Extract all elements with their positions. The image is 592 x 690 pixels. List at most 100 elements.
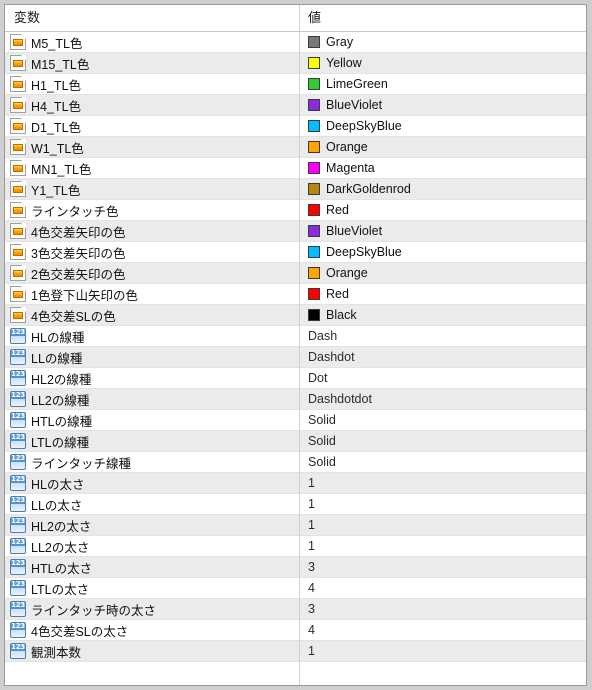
value-cell[interactable]: Solid (300, 410, 586, 430)
variable-cell[interactable]: 123 ラインタッチ時の太さ (5, 599, 299, 619)
variable-cell[interactable]: H4_TL色 (5, 95, 299, 115)
table-row[interactable]: 123 LLの太さ 1 (5, 494, 586, 515)
column-header-variable[interactable]: 変数 (14, 5, 40, 31)
value-cell[interactable]: Solid (300, 452, 586, 472)
variable-cell[interactable]: 2色交差矢印の色 (5, 263, 299, 283)
value-cell[interactable]: 4 (300, 578, 586, 598)
color-swatch[interactable] (308, 78, 320, 90)
variable-cell[interactable]: 3色交差矢印の色 (5, 242, 299, 262)
color-swatch[interactable] (308, 288, 320, 300)
variable-cell[interactable]: 123 LL2の太さ (5, 536, 299, 556)
table-row[interactable]: Y1_TL色 DarkGoldenrod (5, 179, 586, 200)
value-cell[interactable]: 3 (300, 557, 586, 577)
value-cell[interactable]: 1 (300, 473, 586, 493)
variable-cell[interactable]: 4色交差矢印の色 (5, 221, 299, 241)
table-row[interactable]: MN1_TL色 Magenta (5, 158, 586, 179)
variable-cell[interactable]: 123 LL2の線種 (5, 389, 299, 409)
value-cell[interactable]: Yellow (300, 53, 586, 73)
table-row[interactable]: 123 LTLの線種 Solid (5, 431, 586, 452)
variable-cell[interactable]: Y1_TL色 (5, 179, 299, 199)
column-divider[interactable] (299, 5, 300, 685)
color-swatch[interactable] (308, 246, 320, 258)
color-swatch[interactable] (308, 36, 320, 48)
table-row[interactable]: M5_TL色 Gray (5, 32, 586, 53)
table-row[interactable]: 123 HL2の線種 Dot (5, 368, 586, 389)
value-cell[interactable]: Dashdotdot (300, 389, 586, 409)
value-cell[interactable]: 1 (300, 641, 586, 661)
value-cell[interactable]: BlueViolet (300, 95, 586, 115)
value-cell[interactable]: DarkGoldenrod (300, 179, 586, 199)
variable-cell[interactable]: 123 LLの線種 (5, 347, 299, 367)
variable-cell[interactable]: 123 HTLの線種 (5, 410, 299, 430)
value-cell[interactable]: 3 (300, 599, 586, 619)
variable-cell[interactable]: 123 HLの太さ (5, 473, 299, 493)
table-row[interactable]: 123 HL2の太さ 1 (5, 515, 586, 536)
table-row[interactable]: 123 ラインタッチ線種 Solid (5, 452, 586, 473)
variable-cell[interactable]: 1色登下山矢印の色 (5, 284, 299, 304)
table-row[interactable]: D1_TL色 DeepSkyBlue (5, 116, 586, 137)
color-swatch[interactable] (308, 162, 320, 174)
value-cell[interactable]: Red (300, 200, 586, 220)
table-row[interactable]: 1色登下山矢印の色 Red (5, 284, 586, 305)
variable-cell[interactable]: 123 HL2の太さ (5, 515, 299, 535)
table-row[interactable]: M15_TL色 Yellow (5, 53, 586, 74)
variable-cell[interactable]: MN1_TL色 (5, 158, 299, 178)
value-cell[interactable]: LimeGreen (300, 74, 586, 94)
value-cell[interactable]: Dashdot (300, 347, 586, 367)
color-swatch[interactable] (308, 183, 320, 195)
value-cell[interactable]: Dot (300, 368, 586, 388)
variable-cell[interactable]: 123 LLの太さ (5, 494, 299, 514)
value-cell[interactable]: 1 (300, 515, 586, 535)
table-row[interactable]: 123 LLの線種 Dashdot (5, 347, 586, 368)
variable-cell[interactable]: M15_TL色 (5, 53, 299, 73)
color-swatch[interactable] (308, 225, 320, 237)
table-row[interactable]: 123 LL2の線種 Dashdotdot (5, 389, 586, 410)
variable-cell[interactable]: 123 HTLの太さ (5, 557, 299, 577)
color-swatch[interactable] (308, 120, 320, 132)
value-cell[interactable]: Dash (300, 326, 586, 346)
variable-cell[interactable]: D1_TL色 (5, 116, 299, 136)
value-cell[interactable]: Red (300, 284, 586, 304)
value-cell[interactable]: Solid (300, 431, 586, 451)
value-cell[interactable]: 1 (300, 536, 586, 556)
column-header-value[interactable]: 値 (308, 5, 321, 31)
table-row[interactable]: 3色交差矢印の色 DeepSkyBlue (5, 242, 586, 263)
value-cell[interactable]: DeepSkyBlue (300, 242, 586, 262)
table-row[interactable]: 123 HLの太さ 1 (5, 473, 586, 494)
table-row[interactable]: 123 HTLの線種 Solid (5, 410, 586, 431)
value-cell[interactable]: BlueViolet (300, 221, 586, 241)
variable-cell[interactable]: 123 HL2の線種 (5, 368, 299, 388)
table-row[interactable]: 123 観測本数 1 (5, 641, 586, 662)
color-swatch[interactable] (308, 204, 320, 216)
table-row[interactable]: 4色交差矢印の色 BlueViolet (5, 221, 586, 242)
table-row[interactable]: ラインタッチ色 Red (5, 200, 586, 221)
value-cell[interactable]: DeepSkyBlue (300, 116, 586, 136)
variable-cell[interactable]: M5_TL色 (5, 32, 299, 52)
table-row[interactable]: 4色交差SLの色 Black (5, 305, 586, 326)
table-row[interactable]: 123 4色交差SLの太さ 4 (5, 620, 586, 641)
value-cell[interactable]: 1 (300, 494, 586, 514)
color-swatch[interactable] (308, 141, 320, 153)
variable-cell[interactable]: 123 LTLの太さ (5, 578, 299, 598)
variable-cell[interactable]: 123 LTLの線種 (5, 431, 299, 451)
table-row[interactable]: H4_TL色 BlueViolet (5, 95, 586, 116)
value-cell[interactable]: 4 (300, 620, 586, 640)
color-swatch[interactable] (308, 267, 320, 279)
variable-cell[interactable]: 123 ラインタッチ線種 (5, 452, 299, 472)
color-swatch[interactable] (308, 57, 320, 69)
variable-cell[interactable]: W1_TL色 (5, 137, 299, 157)
color-swatch[interactable] (308, 309, 320, 321)
variable-cell[interactable]: 4色交差SLの色 (5, 305, 299, 325)
value-cell[interactable]: Magenta (300, 158, 586, 178)
table-row[interactable]: 123 LTLの太さ 4 (5, 578, 586, 599)
table-row[interactable]: 123 LL2の太さ 1 (5, 536, 586, 557)
value-cell[interactable]: Orange (300, 263, 586, 283)
value-cell[interactable]: Black (300, 305, 586, 325)
variable-cell[interactable]: 123 HLの線種 (5, 326, 299, 346)
table-row[interactable]: 2色交差矢印の色 Orange (5, 263, 586, 284)
table-row[interactable]: W1_TL色 Orange (5, 137, 586, 158)
table-row[interactable]: 123 ラインタッチ時の太さ 3 (5, 599, 586, 620)
color-swatch[interactable] (308, 99, 320, 111)
table-row[interactable]: 123 HLの線種 Dash (5, 326, 586, 347)
variable-cell[interactable]: H1_TL色 (5, 74, 299, 94)
